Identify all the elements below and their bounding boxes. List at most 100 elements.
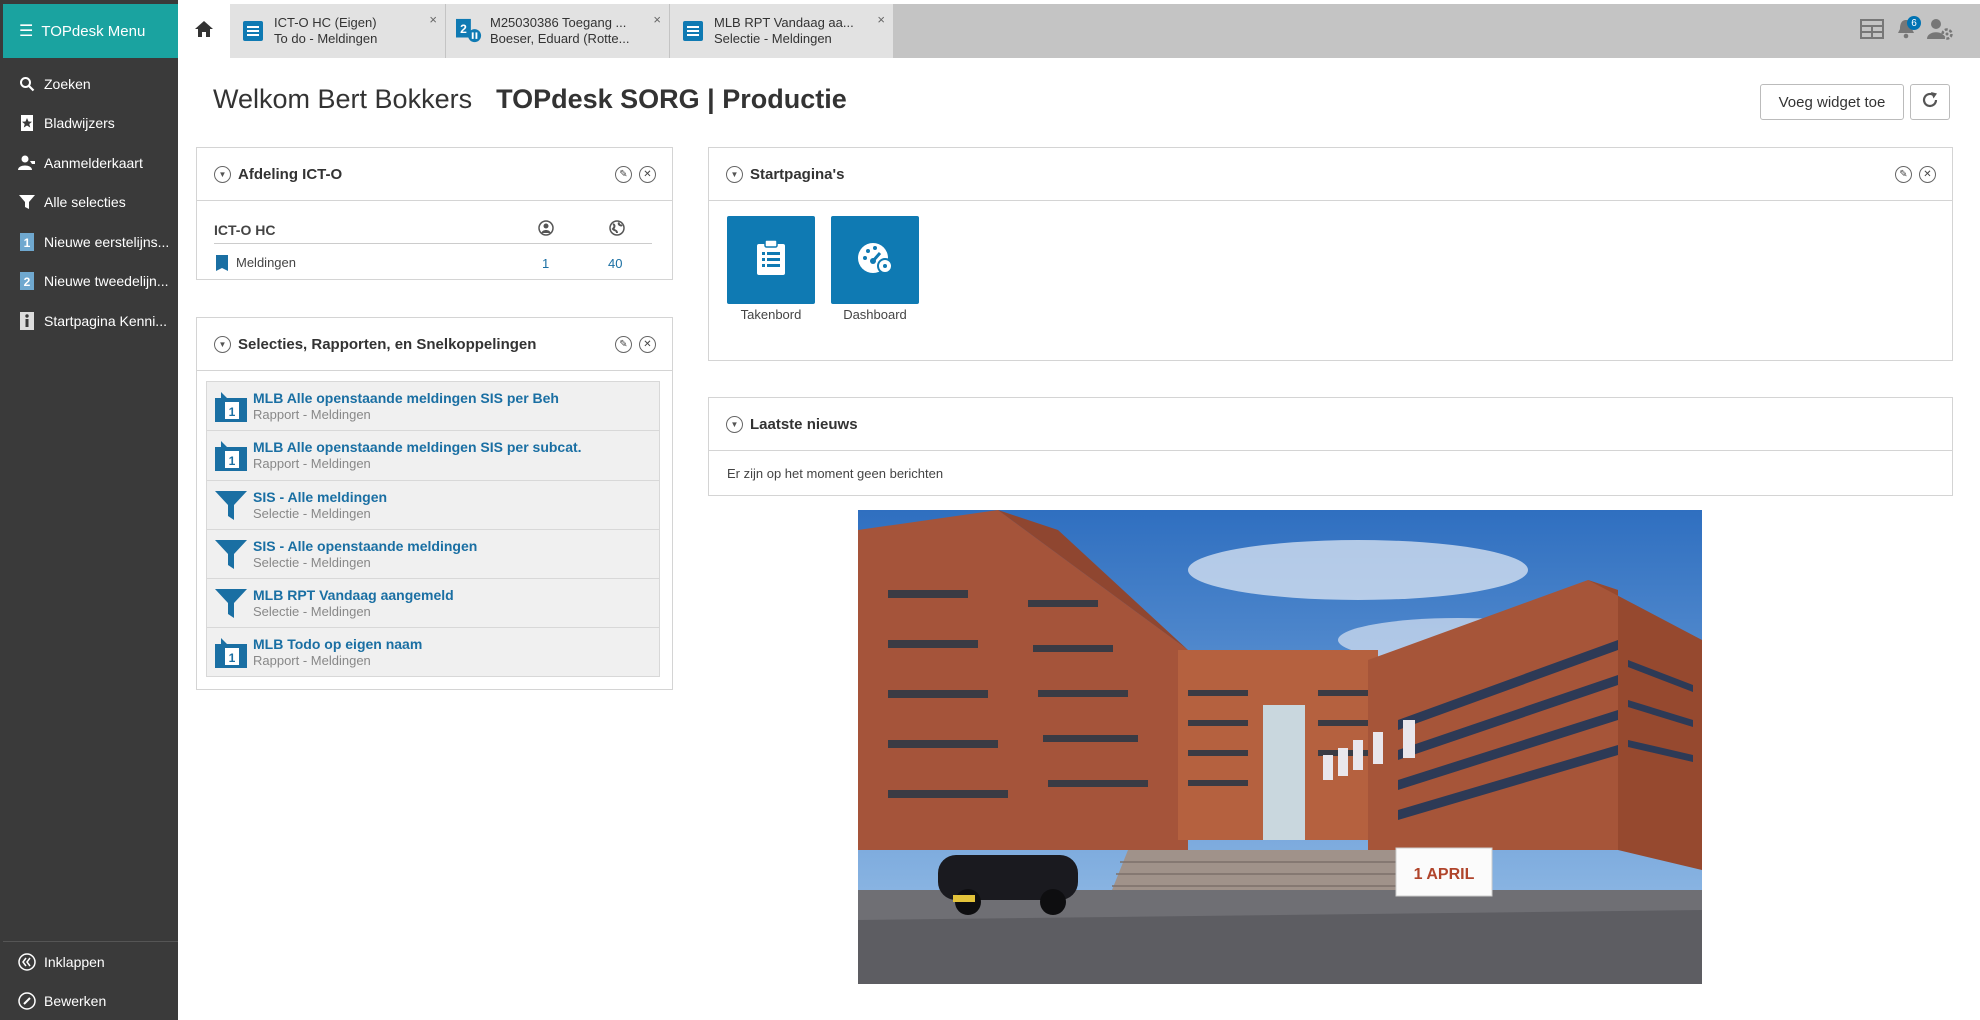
tile-label: Takenbord — [740, 307, 802, 322]
total-count-link[interactable]: 40 — [608, 256, 622, 271]
close-widget-icon[interactable]: ✕ — [639, 166, 656, 183]
svg-text:1: 1 — [24, 236, 31, 250]
sidebar-item-label: Alle selecties — [44, 194, 126, 211]
collapse-widget-icon[interactable]: ▼ — [214, 165, 231, 183]
list-item[interactable]: 1 MLB Alle openstaande meldingen SIS per… — [206, 381, 660, 431]
svg-text:1: 1 — [229, 651, 236, 665]
sidebar-item-label: Startpagina Kenni... — [44, 312, 167, 329]
item-title: MLB Alle openstaande meldingen SIS per s… — [253, 439, 582, 456]
selection-filter-icon — [215, 587, 247, 619]
list-icon — [240, 18, 266, 44]
dashboard-icon — [856, 241, 894, 280]
tab-title: ICT-O HC (Eigen) — [274, 15, 377, 30]
knowledge-icon — [17, 311, 37, 331]
item-title: MLB Todo op eigen naam — [253, 636, 423, 653]
sidebar-item-label: Bladwijzers — [44, 115, 115, 132]
sidebar-item-label: Nieuwe eerstelijns... — [44, 233, 170, 250]
close-widget-icon[interactable]: ✕ — [639, 336, 656, 353]
widget-laatste-nieuws: ▼ Laatste nieuws Er zijn op het moment g… — [708, 397, 1953, 496]
table-layout-icon — [1860, 18, 1884, 44]
item-title: MLB RPT Vandaag aangemeld — [253, 587, 454, 604]
list-item[interactable]: 1 MLB Alle openstaande meldingen SIS per… — [206, 430, 660, 480]
edit-widget-icon[interactable]: ✎ — [615, 336, 632, 353]
tab-subtitle: To do - Meldingen — [274, 31, 378, 46]
refresh-button[interactable] — [1910, 84, 1950, 120]
sidebar-item-nieuwe-eerstelijns[interactable]: 1 Nieuwe eerstelijns... — [3, 222, 178, 262]
topdesk-menu-button[interactable]: ☰ TOPdesk Menu — [3, 4, 181, 58]
refresh-icon — [1920, 90, 1940, 115]
sidebar-item-alle-selecties[interactable]: Alle selecties — [3, 183, 178, 223]
list-item[interactable]: MLB RPT Vandaag aangemeld Selectie - Mel… — [206, 578, 660, 628]
widget-header: ▼ Afdeling ICT-O ✎ ✕ — [197, 148, 672, 201]
close-widget-icon[interactable]: ✕ — [1919, 166, 1936, 183]
svg-text:1: 1 — [229, 454, 236, 468]
collapse-button[interactable]: Inklappen — [3, 942, 178, 981]
item-title: SIS - Alle meldingen — [253, 488, 388, 505]
selection-filter-icon — [215, 538, 247, 570]
tab-mlb-rpt-vandaag[interactable]: MLB RPT Vandaag aa... Selectie - Melding… — [670, 4, 894, 58]
widget-actions: ✎ ✕ — [1888, 166, 1936, 183]
department-name: ICT-O HC — [214, 222, 276, 238]
tab-m25030386[interactable]: 2 M25030386 Toegang ... Boeser, Eduard (… — [446, 4, 670, 58]
list-item[interactable]: SIS - Alle meldingen Selectie - Meldinge… — [206, 479, 660, 529]
sidebar-item-zoeken[interactable]: Zoeken — [3, 64, 178, 104]
tab-title: M25030386 Toegang ... — [490, 15, 627, 30]
tab-close-button[interactable]: × — [653, 12, 661, 27]
list-item[interactable]: 1 MLB Todo op eigen naam Rapport - Meldi… — [206, 627, 660, 677]
sidebar-item-aanmelderkaart[interactable]: Aanmelderkaart — [3, 143, 178, 183]
layout-button[interactable] — [1856, 15, 1888, 47]
bookmark-icon — [17, 113, 37, 133]
home-tab[interactable] — [178, 4, 230, 58]
clipboard-icon — [756, 238, 786, 281]
tab-ict-o-hc[interactable]: ICT-O HC (Eigen) To do - Meldingen × — [230, 4, 446, 58]
environment-name: TOPdesk SORG | Productie — [496, 84, 847, 114]
department-row-meldingen[interactable]: Meldingen 1 40 — [214, 248, 652, 276]
sidebar-nav: Zoeken Bladwijzers Aanmelderkaart Alle s… — [3, 64, 178, 341]
add-widget-button[interactable]: Voeg widget toe — [1760, 84, 1904, 120]
sidebar-item-startpagina-kennis[interactable]: Startpagina Kenni... — [3, 301, 178, 341]
notifications-button[interactable]: 6 — [1890, 15, 1922, 47]
tile-takenbord[interactable]: Takenbord — [727, 216, 815, 322]
second-line-call-icon: 2 — [456, 18, 482, 44]
tab-close-button[interactable]: × — [429, 12, 437, 27]
collapse-widget-icon[interactable]: ▼ — [726, 415, 743, 433]
edit-button[interactable]: Bewerken — [3, 981, 178, 1020]
sidebar-item-label: Aanmelderkaart — [44, 154, 143, 171]
collapse-widget-icon[interactable]: ▼ — [214, 335, 231, 353]
widget-actions: ✎ ✕ — [608, 166, 656, 183]
sidebar-bottom: Inklappen Bewerken — [3, 941, 178, 1020]
building-photo: 1 APRIL — [858, 510, 1702, 984]
search-icon — [17, 74, 37, 94]
sidebar-item-label: Zoeken — [44, 75, 91, 92]
tile-label: Dashboard — [843, 307, 907, 322]
report-icon: 1 — [215, 439, 247, 472]
widget-title: Afdeling ICT-O — [238, 165, 343, 183]
sidebar-item-label: Nieuwe tweedelijn... — [44, 273, 169, 290]
edit-widget-icon[interactable]: ✎ — [615, 166, 632, 183]
tab-close-button[interactable]: × — [877, 12, 885, 27]
item-subtitle: Rapport - Meldingen — [253, 653, 371, 669]
item-subtitle: Selectie - Meldingen — [253, 505, 371, 521]
widget-title: Selecties, Rapporten, en Snelkoppelingen — [238, 335, 537, 353]
widget-title: Startpagina's — [750, 165, 845, 183]
widget-header: ▼ Selecties, Rapporten, en Snelkoppeling… — [197, 318, 672, 371]
home-icon — [194, 20, 214, 43]
tile-button — [727, 216, 815, 304]
sidebar-item-bladwijzers[interactable]: Bladwijzers — [3, 104, 178, 144]
item-title: SIS - Alle openstaande meldingen — [253, 538, 478, 555]
second-line-icon: 2 — [17, 271, 37, 291]
list-item[interactable]: SIS - Alle openstaande meldingen Selecti… — [206, 528, 660, 579]
tab-bar: ICT-O HC (Eigen) To do - Meldingen × 2 M… — [178, 4, 1980, 58]
tile-dashboard[interactable]: Dashboard — [831, 216, 919, 322]
collapse-label: Inklappen — [44, 953, 105, 970]
department-header-row: ICT-O HC — [214, 216, 652, 244]
edit-widget-icon[interactable]: ✎ — [1895, 166, 1912, 183]
first-line-icon: 1 — [17, 232, 37, 252]
news-message: Er zijn op het moment geen berichten — [727, 466, 944, 481]
sidebar-item-nieuwe-tweedelijns[interactable]: 2 Nieuwe tweedelijn... — [3, 262, 178, 302]
selection-filter-icon — [215, 489, 247, 521]
assigned-count-link[interactable]: 1 — [542, 256, 549, 271]
collapse-widget-icon[interactable]: ▼ — [726, 165, 743, 183]
widget-afdeling: ▼ Afdeling ICT-O ✎ ✕ ICT-O HC Meldingen … — [196, 147, 673, 280]
user-settings-button[interactable] — [1924, 15, 1956, 47]
